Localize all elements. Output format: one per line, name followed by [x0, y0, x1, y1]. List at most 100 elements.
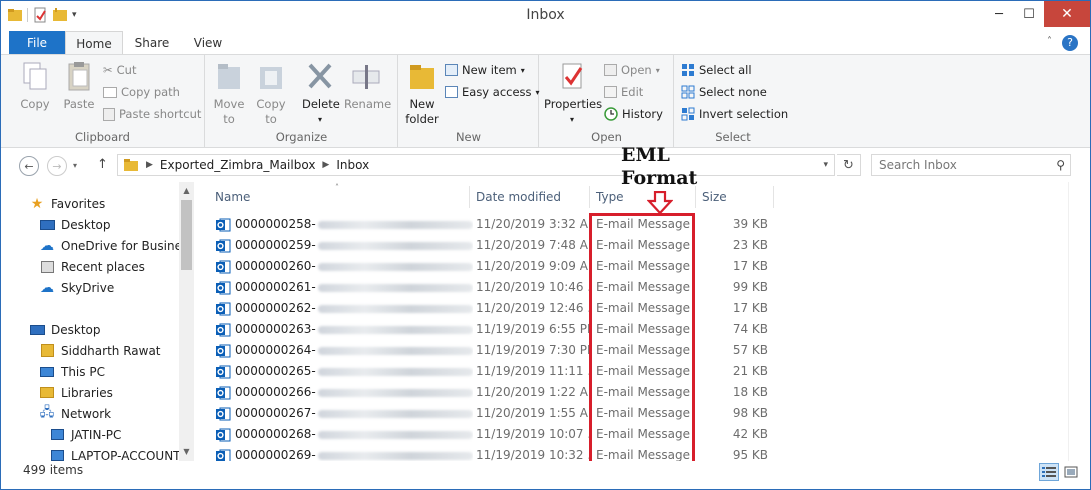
- nav-item-pc2[interactable]: LAPTOP-ACCOUNT!: [49, 445, 185, 461]
- outlook-message-icon: [216, 239, 231, 252]
- breadcrumb-chevron-icon[interactable]: ▶: [322, 160, 329, 170]
- file-list-scrollbar[interactable]: ▲: [1068, 182, 1069, 461]
- copy-path-icon: [103, 86, 117, 98]
- column-header-type[interactable]: Type: [596, 182, 624, 212]
- file-name: 0000000268-: [235, 427, 316, 441]
- file-name: 0000000267-: [235, 406, 316, 420]
- recent-locations-icon[interactable]: ▾: [73, 161, 77, 170]
- nav-item-network[interactable]: 🖧 Network: [39, 403, 111, 424]
- scroll-down-icon[interactable]: ▼: [179, 445, 194, 459]
- breadcrumb-chevron-icon[interactable]: ▶: [146, 160, 153, 170]
- minimize-ribbon-icon[interactable]: ˄: [1047, 36, 1052, 47]
- properties-dropdown-icon[interactable]: ▾: [544, 113, 600, 126]
- open-button[interactable]: Open ▾: [604, 63, 660, 77]
- history-button[interactable]: History: [604, 107, 663, 121]
- file-date: 11/20/2019 7:48 AM: [476, 238, 591, 252]
- scroll-up-icon[interactable]: ▲: [1068, 184, 1069, 198]
- column-divider[interactable]: [773, 186, 774, 208]
- large-icons-view-icon[interactable]: [1061, 463, 1081, 481]
- nav-item-desktop[interactable]: Desktop: [29, 319, 101, 340]
- nav-item-onedrive[interactable]: ☁ OneDrive for Business: [39, 235, 194, 256]
- cut-label: Cut: [116, 63, 137, 77]
- file-name-cell: 0000000269-: [215, 445, 473, 461]
- nav-item-desktop-fav[interactable]: Desktop: [39, 214, 111, 235]
- nav-item-user[interactable]: Siddharth Rawat: [39, 340, 161, 361]
- select-group: Select all Select none Invert selection …: [675, 55, 791, 147]
- up-icon[interactable]: ↑: [97, 157, 108, 172]
- nav-item-thispc[interactable]: This PC: [39, 361, 105, 382]
- edit-button[interactable]: Edit: [604, 85, 643, 99]
- copy-path-button[interactable]: Copy path: [103, 85, 180, 99]
- help-icon[interactable]: ?: [1062, 35, 1078, 51]
- paste-icon: [68, 62, 90, 91]
- breadcrumb-segment[interactable]: Exported_Zimbra_Mailbox: [160, 158, 316, 172]
- new-folder-button[interactable]: New folder: [403, 61, 441, 126]
- history-icon: [604, 107, 618, 121]
- search-input[interactable]: Search Inbox ⚲: [871, 154, 1071, 176]
- easy-access-button[interactable]: Easy access ▾: [445, 85, 540, 99]
- details-view-icon[interactable]: [1039, 463, 1059, 481]
- invert-selection-button[interactable]: Invert selection: [681, 107, 788, 121]
- nav-item-pc1[interactable]: JATIN-PC: [49, 424, 121, 445]
- copy-to-button[interactable]: Copy to: [254, 61, 288, 126]
- copy-icon: [23, 62, 47, 90]
- paste-shortcut-label: Paste shortcut: [119, 107, 202, 121]
- search-icon[interactable]: ⚲: [1056, 155, 1065, 175]
- column-header-date[interactable]: Date modified: [476, 182, 561, 212]
- redacted-subject: [317, 325, 473, 334]
- move-to-button[interactable]: Move to: [212, 61, 246, 126]
- desktop-icon: [39, 218, 55, 232]
- tab-share[interactable]: Share: [127, 31, 177, 55]
- new-item-dropdown-icon: ▾: [520, 65, 525, 75]
- nav-item-favorites[interactable]: ★ Favorites: [29, 193, 106, 214]
- column-divider[interactable]: [469, 186, 470, 208]
- scroll-thumb[interactable]: [181, 200, 192, 270]
- rename-button[interactable]: Rename: [344, 61, 391, 111]
- close-icon[interactable]: ✕: [1044, 1, 1090, 27]
- delete-dropdown-icon[interactable]: ▾: [302, 113, 338, 126]
- paste-label: Paste: [63, 97, 95, 111]
- outlook-message-icon: [216, 218, 231, 231]
- tab-view[interactable]: View: [183, 31, 233, 55]
- forward-icon[interactable]: →: [47, 156, 67, 176]
- scroll-up-icon[interactable]: ▲: [179, 184, 194, 198]
- nav-item-libraries[interactable]: Libraries: [39, 382, 113, 403]
- copy-button[interactable]: Copy: [17, 61, 53, 111]
- address-bar[interactable]: ▶ Exported_Zimbra_Mailbox ▶ Inbox ▾: [117, 154, 835, 176]
- column-header-size[interactable]: Size: [702, 182, 727, 212]
- easy-access-icon: [445, 86, 458, 98]
- paste-button[interactable]: Paste: [59, 61, 99, 111]
- address-dropdown-icon[interactable]: ▾: [823, 160, 828, 170]
- new-item-button[interactable]: New item ▾: [445, 63, 525, 77]
- nav-item-recent[interactable]: Recent places: [39, 256, 145, 277]
- nav-label: Desktop: [51, 322, 101, 337]
- paste-shortcut-button[interactable]: Paste shortcut: [103, 107, 201, 121]
- minimize-icon[interactable]: ─: [984, 1, 1014, 27]
- nav-scrollbar[interactable]: ▲ ▼: [179, 182, 194, 461]
- breadcrumb-segment[interactable]: Inbox: [336, 158, 369, 172]
- history-label: History: [622, 107, 663, 121]
- file-date: 11/20/2019 10:46 ...: [476, 280, 591, 294]
- nav-label: Recent places: [61, 259, 145, 274]
- delete-button[interactable]: Delete ▾: [302, 61, 340, 126]
- cut-button[interactable]: ✂ Cut: [103, 63, 136, 77]
- tab-home[interactable]: Home: [65, 31, 123, 55]
- window-title: Inbox: [526, 7, 565, 23]
- column-divider[interactable]: [589, 186, 590, 208]
- properties-button[interactable]: Properties ▾: [544, 61, 602, 126]
- select-all-button[interactable]: Select all: [681, 63, 752, 77]
- refresh-icon[interactable]: ↻: [837, 154, 861, 176]
- back-icon[interactable]: ←: [19, 156, 39, 176]
- copy-to-icon: [260, 67, 282, 89]
- file-date: 11/19/2019 6:55 PM: [476, 322, 591, 336]
- cloud-icon: ☁: [40, 279, 54, 296]
- new-group-label: New: [455, 130, 482, 144]
- tab-file[interactable]: File: [9, 31, 65, 55]
- column-header-name[interactable]: Name: [215, 182, 250, 212]
- open-icon: [604, 64, 617, 76]
- nav-item-skydrive[interactable]: ☁ SkyDrive: [39, 277, 114, 298]
- select-none-button[interactable]: Select none: [681, 85, 767, 99]
- nav-label: Desktop: [61, 217, 111, 232]
- maximize-icon[interactable]: ☐: [1014, 1, 1044, 27]
- nav-label: Libraries: [61, 385, 113, 400]
